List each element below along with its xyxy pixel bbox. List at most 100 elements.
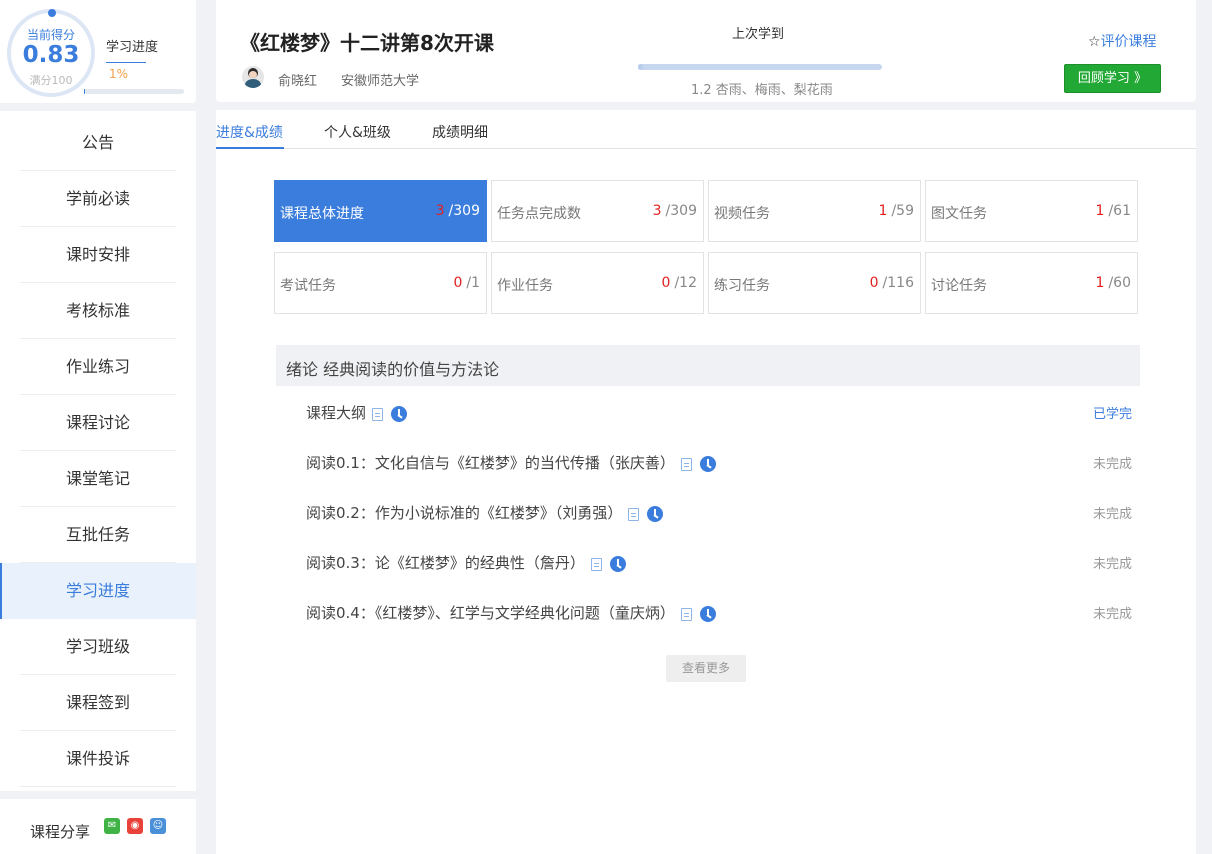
clock-icon (647, 506, 664, 522)
stat-value: 3/309 (436, 203, 480, 219)
lesson-title[interactable]: 阅读0.4：《红楼梦》、红学与文学经典化问题（童庆炳） (306, 604, 675, 622)
stat-value: 3/309 (653, 203, 697, 219)
stat-homework-tasks[interactable]: 作业任务 0/12 (491, 252, 704, 314)
sidebar-item-prereading[interactable]: 学前必读 (0, 171, 196, 227)
share-card: 课程分享 ✉ ◉ ☺ (0, 799, 196, 854)
chapter-header: 绪论 经典阅读的价值与方法论 (276, 345, 1140, 386)
stat-total: /309 (448, 203, 480, 219)
stat-label: 视频任务 (714, 206, 770, 222)
lesson-status: 未完成 (1092, 457, 1132, 472)
weibo-icon[interactable]: ◉ (127, 818, 143, 834)
stat-practice-tasks[interactable]: 练习任务 0/116 (708, 252, 921, 314)
stat-label: 考试任务 (280, 278, 336, 294)
sidebar-item-notes[interactable]: 课堂笔记 (0, 451, 196, 507)
stat-task-points[interactable]: 任务点完成数 3/309 (491, 180, 704, 242)
view-more-button[interactable]: 查看更多 (666, 655, 746, 682)
school-name: 安徽师范大学 (341, 74, 420, 89)
lesson-row[interactable]: 阅读0.1：文化自信与《红楼梦》的当代传播（张庆善） 未完成 (306, 450, 1132, 474)
document-icon (590, 557, 602, 571)
document-icon (372, 407, 384, 421)
chapter-title: 绪论 经典阅读的价值与方法论 (286, 360, 500, 379)
qq-icon[interactable]: ☺ (150, 818, 166, 834)
score-label: 当前得分 (26, 28, 75, 42)
stat-done: 3 (652, 203, 662, 219)
last-studied-bar (638, 64, 882, 70)
document-icon (680, 607, 692, 621)
last-studied-bar-fill (638, 64, 643, 70)
progress-underline (106, 62, 146, 63)
stat-label: 练习任务 (714, 278, 770, 294)
star-icon: ☆ (1088, 34, 1101, 50)
stat-value: 0/12 (662, 275, 697, 291)
progress-label: 学习进度 (106, 40, 159, 55)
stat-text-tasks[interactable]: 图文任务 1/61 (925, 180, 1138, 242)
lesson-status: 未完成 (1092, 507, 1132, 522)
stat-value: 1/61 (1096, 203, 1131, 219)
stat-value: 1/59 (879, 203, 914, 219)
stat-total: /59 (891, 203, 914, 219)
rate-course-link[interactable]: ☆评价课程 (1088, 31, 1157, 51)
review-study-button[interactable]: 回顾学习 》 (1064, 64, 1161, 93)
lesson-row[interactable]: 阅读0.4：《红楼梦》、红学与文学经典化问题（童庆炳） 未完成 (306, 600, 1132, 624)
sidebar-item-peer-review[interactable]: 互批任务 (0, 507, 196, 563)
tab-personal-class[interactable]: 个人&班级 (324, 122, 391, 142)
tab-progress-grades[interactable]: 进度&成绩 (216, 122, 283, 142)
lesson-title[interactable]: 阅读0.1：文化自信与《红楼梦》的当代传播（张庆善） (306, 454, 675, 472)
lesson-title[interactable]: 阅读0.3：论《红楼梦》的经典性（詹丹） (306, 554, 585, 572)
lesson-row[interactable]: 课程大纲 已学完 (306, 400, 1132, 424)
sidebar-item-announcement[interactable]: 公告 (0, 115, 196, 171)
rate-course-label: 评价课程 (1100, 34, 1157, 50)
lesson-row[interactable]: 阅读0.2：作为小说标准的《红楼梦》（刘勇强） 未完成 (306, 500, 1132, 524)
teacher-avatar (242, 66, 264, 88)
course-title: 《红楼梦》十二讲第8次开课 (240, 31, 494, 55)
sidebar-item-homework[interactable]: 作业练习 (0, 339, 196, 395)
main-panel: 进度&成绩 个人&班级 成绩明细 课程总体进度 3/309 任务点完成数 3/3… (216, 110, 1196, 854)
stat-total: /12 (674, 275, 697, 291)
sidebar-item-discussion[interactable]: 课程讨论 (0, 395, 196, 451)
stat-total: /309 (665, 203, 697, 219)
clock-icon (609, 556, 626, 572)
lesson-title[interactable]: 阅读0.2：作为小说标准的《红楼梦》（刘勇强） (306, 504, 622, 522)
tab-active-indicator (216, 147, 284, 149)
stat-total: /1 (466, 275, 480, 291)
stat-total: /60 (1108, 275, 1131, 291)
sidebar-item-progress[interactable]: 学习进度 (0, 563, 196, 619)
stat-overall-progress[interactable]: 课程总体进度 3/309 (274, 180, 487, 242)
sidebar-item-schedule[interactable]: 课时安排 (0, 227, 196, 283)
stat-exam-tasks[interactable]: 考试任务 0/1 (274, 252, 487, 314)
last-studied-label: 上次学到 (732, 27, 785, 42)
document-icon (680, 457, 692, 471)
sidebar-nav: 公告 学前必读 课时安排 考核标准 作业练习 课程讨论 课堂笔记 互批任务 学习… (0, 111, 196, 791)
score-card: 当前得分 0.83 满分100 学习进度 1% (0, 0, 196, 103)
score-full: 满分100 (29, 74, 73, 87)
stat-video-tasks[interactable]: 视频任务 1/59 (708, 180, 921, 242)
lesson-title[interactable]: 课程大纲 (306, 404, 366, 422)
stat-done: 0 (869, 275, 879, 291)
lesson-status: 未完成 (1092, 607, 1132, 622)
clock-icon (699, 456, 716, 472)
clock-icon (391, 406, 408, 422)
lesson-row[interactable]: 阅读0.3：论《红楼梦》的经典性（詹丹） 未完成 (306, 550, 1132, 574)
tab-grade-details[interactable]: 成绩明细 (432, 122, 488, 142)
stat-label: 课程总体进度 (280, 206, 364, 222)
lesson-status: 未完成 (1092, 557, 1132, 572)
score-ring-indicator (48, 9, 56, 17)
stat-done: 0 (661, 275, 671, 291)
stat-done: 1 (878, 203, 888, 219)
wechat-icon[interactable]: ✉ (104, 818, 120, 834)
stat-discussion-tasks[interactable]: 讨论任务 1/60 (925, 252, 1138, 314)
stat-done: 1 (1095, 203, 1105, 219)
tabs-divider (216, 148, 1196, 149)
sidebar-item-complaint[interactable]: 课件投诉 (0, 731, 196, 787)
sidebar-item-checkin[interactable]: 课程签到 (0, 675, 196, 731)
sidebar-item-class[interactable]: 学习班级 (0, 619, 196, 675)
last-studied-lesson[interactable]: 1.2 杏雨、梅雨、梨花雨 (691, 79, 833, 98)
progress-bar (84, 89, 184, 94)
stat-label: 图文任务 (931, 206, 987, 222)
stat-done: 1 (1095, 275, 1105, 291)
stat-value: 0/116 (870, 275, 914, 291)
progress-bar-fill (84, 89, 85, 94)
sidebar-item-grading-standard[interactable]: 考核标准 (0, 283, 196, 339)
teacher-name: 俞晓红 (278, 74, 318, 89)
document-icon (628, 507, 640, 521)
